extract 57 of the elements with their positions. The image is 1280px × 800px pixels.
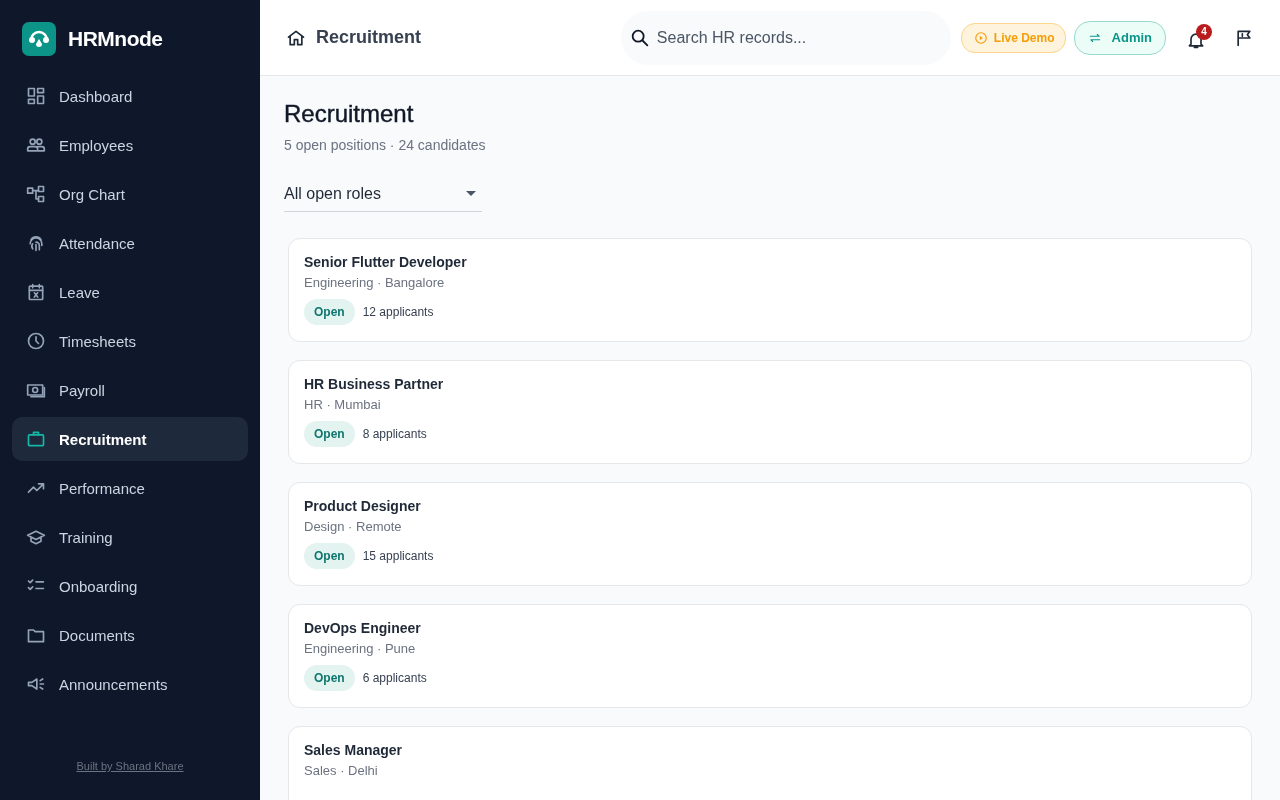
search-field[interactable]: Search HR records... [620, 10, 951, 65]
play-circle-icon [973, 30, 988, 45]
status-tag: Open [304, 665, 355, 691]
graduation-cap-icon [26, 527, 46, 547]
status-tag: Open [304, 299, 355, 325]
status-tag: Open [304, 421, 355, 447]
nav-item[interactable]: Dashboard [12, 74, 248, 118]
page-summary: 5 open positions · 24 candidates [284, 137, 486, 153]
nav-item[interactable]: Onboarding [12, 564, 248, 608]
job-meta: Engineering · Pune [304, 641, 416, 656]
nav-item[interactable]: Payroll [12, 368, 248, 412]
notifications-button[interactable]: 4 [1184, 23, 1212, 52]
clock-icon [26, 331, 46, 351]
nav-item[interactable]: Org Chart [12, 172, 248, 216]
job-meta: Sales · Delhi [304, 763, 378, 778]
job-meta: HR · Mumbai [304, 397, 381, 412]
job-card[interactable]: HR Business Partner HR · Mumbai Open 8 applicants [288, 360, 1252, 464]
notification-count: 4 [1196, 23, 1212, 40]
brand-name: HRMnode [68, 27, 163, 51]
role-filter-dropdown[interactable]: All open roles [284, 176, 482, 212]
dropdown-caret-icon [466, 191, 476, 196]
job-card[interactable]: DevOps Engineer Engineering · Pune Open 6 applicants [288, 604, 1252, 708]
breadcrumb-title: Recruitment [316, 27, 422, 48]
job-title: Product Designer [304, 498, 421, 514]
nav-item[interactable]: Leave [12, 270, 248, 314]
job-title: HR Business Partner [304, 376, 444, 392]
nav-item[interactable]: Employees [12, 123, 248, 167]
job-meta: Design · Remote [304, 519, 402, 534]
nav-item[interactable]: Announcements [12, 662, 248, 706]
nav-item[interactable]: Documents [12, 613, 248, 657]
role-switch-button[interactable]: Admin [1073, 20, 1166, 55]
page-title: Recruitment [284, 100, 415, 128]
nav-item[interactable]: Performance [12, 466, 248, 510]
applicant-count: 12 applicants [362, 305, 434, 319]
nav-item[interactable]: Timesheets [12, 319, 248, 363]
applicant-count: 6 applicants [362, 671, 427, 685]
job-card[interactable]: Senior Flutter Developer Engineering · Bangalore Open 12 applicants [288, 238, 1252, 342]
nav-item[interactable]: Training [12, 515, 248, 559]
briefcase-icon [26, 429, 46, 449]
job-title: Senior Flutter Developer [304, 254, 467, 270]
job-title: Sales Manager [304, 742, 403, 758]
job-meta: Engineering · Bangalore [304, 275, 445, 290]
author-link[interactable]: Built by Sharad Khare [76, 760, 184, 772]
app-logo [22, 22, 56, 56]
applicant-count: 8 applicants [362, 427, 427, 441]
job-card[interactable]: Sales Manager Sales · Delhi [288, 726, 1252, 800]
calendar-icon [26, 282, 46, 302]
grid-icon [26, 86, 46, 106]
status-tag: Open [304, 543, 355, 569]
people-icon [26, 135, 46, 155]
applicant-count: 15 applicants [362, 549, 434, 563]
job-title: DevOps Engineer [304, 620, 421, 636]
fingerprint-icon [26, 233, 46, 253]
nav-item[interactable]: Recruitment [12, 417, 248, 461]
job-card[interactable]: Product Designer Design · Remote Open 15 applicants [288, 482, 1252, 586]
nav-item[interactable]: Attendance [12, 221, 248, 265]
hierarchy-icon [26, 184, 46, 204]
